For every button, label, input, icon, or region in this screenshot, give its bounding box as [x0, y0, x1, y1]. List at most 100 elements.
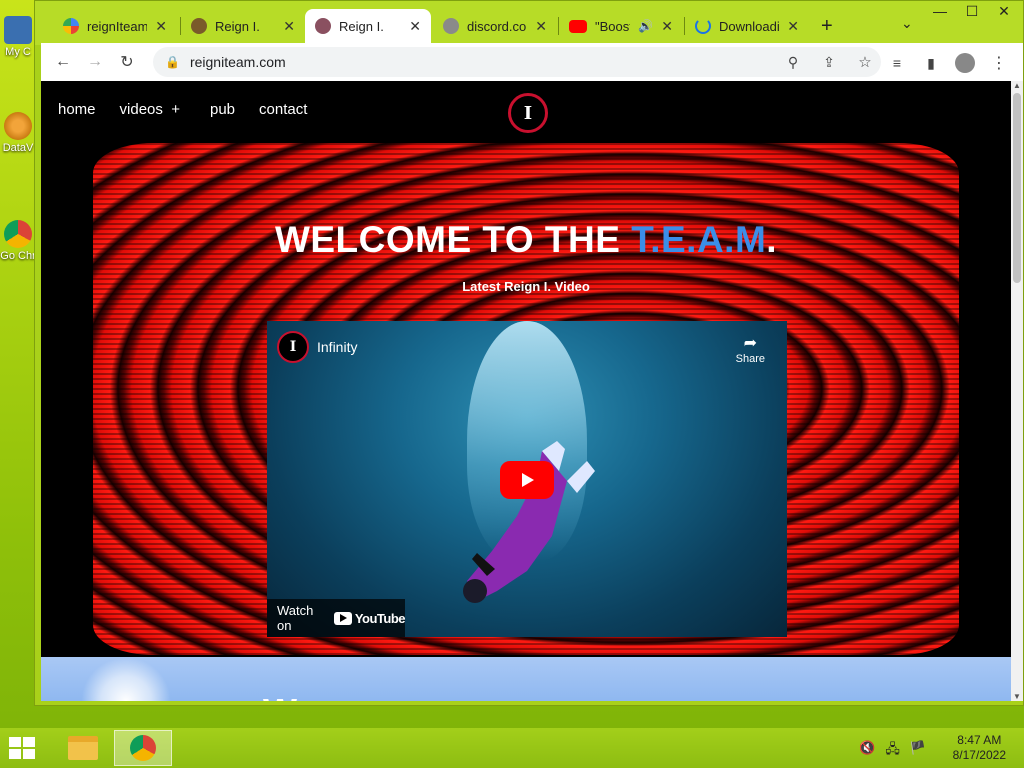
desktop-icon-google-chrome[interactable]: Go Chr [0, 220, 36, 262]
computer-icon [4, 16, 32, 44]
loading-icon [695, 18, 711, 34]
plus-icon: + [171, 101, 180, 118]
share-arrow-icon: ➦ [743, 335, 758, 352]
scrollbar-thumb[interactable] [1013, 93, 1021, 283]
browser-window: reignIteam.c ✕ Reign I. ✕ Reign I. ✕ dis… [34, 0, 1024, 706]
tab-label: reignIteam.c [87, 18, 148, 34]
volume-muted-icon[interactable]: 🔇 [859, 740, 875, 762]
taskbar-file-explorer[interactable] [54, 730, 112, 766]
close-icon[interactable]: ✕ [155, 18, 167, 35]
close-icon[interactable]: ✕ [535, 18, 547, 35]
nav-videos[interactable]: videos + [120, 101, 180, 118]
scroll-up-arrow[interactable]: ▲ [1011, 81, 1023, 90]
site-logo[interactable]: I [508, 93, 548, 133]
next-section: W [41, 657, 1011, 701]
desktop-icon-dataviz[interactable]: DataV [0, 112, 36, 154]
tab-reign-i-1[interactable]: Reign I. ✕ [181, 9, 305, 43]
bookmark-star-icon[interactable]: ☆ [849, 46, 881, 78]
share-icon[interactable]: ⇪ [813, 46, 845, 78]
maximize-button[interactable]: ☐ [957, 3, 987, 20]
close-icon[interactable]: ✕ [787, 18, 799, 35]
video-channel-avatar[interactable]: I [277, 331, 309, 363]
google-icon [63, 18, 79, 34]
zoom-icon[interactable]: ⚲ [777, 46, 809, 78]
tab-label: "Boost [595, 18, 631, 34]
watch-on-youtube-link[interactable]: Watch on YouTube [267, 599, 406, 637]
menu-kebab-icon[interactable]: ⋮ [983, 47, 1015, 79]
desktop-icon-my-computer[interactable]: My C [0, 16, 36, 58]
close-icon[interactable]: ✕ [661, 18, 673, 35]
reload-button[interactable]: ↻ [111, 46, 143, 78]
desktop-icon-label: Go Chr [0, 250, 36, 262]
windows-start-icon[interactable] [8, 736, 36, 760]
next-section-title: W [263, 691, 297, 701]
youtube-embed[interactable]: I Infinity ➦ Share Watch on YouTube [267, 321, 787, 637]
cloud-graphic [81, 657, 171, 701]
taskbar-chrome[interactable] [114, 730, 172, 766]
channel-logo-letter: I [289, 339, 297, 355]
back-button[interactable]: ← [47, 46, 79, 78]
youtube-icon [569, 19, 587, 33]
nav-home[interactable]: home [58, 101, 96, 118]
desktop-icon-label: DataV [2, 142, 34, 154]
tab-discord[interactable]: discord.com ✕ [433, 9, 557, 43]
tab-reignteam-google[interactable]: reignIteam.c ✕ [53, 9, 177, 43]
folder-icon [68, 736, 98, 760]
media-control-icon[interactable]: ≡ [881, 47, 913, 79]
nav-pub[interactable]: pub [210, 101, 235, 118]
taskbar: 🔇 🖧 🏴 8:47 AM 8/17/2022 [0, 728, 1024, 768]
taskbar-clock[interactable]: 8:47 AM 8/17/2022 [953, 733, 1006, 763]
desktop-icon-label: My C [5, 46, 31, 58]
tab-label: Reign I. [339, 18, 384, 34]
reign-icon [315, 18, 331, 34]
tab-search-button[interactable]: ⌄ [901, 15, 913, 32]
profile-avatar[interactable] [949, 47, 981, 79]
speaker-icon[interactable]: 🔊 [638, 19, 653, 33]
youtube-wordmark: YouTube [354, 610, 406, 626]
tab-strip: reignIteam.c ✕ Reign I. ✕ Reign I. ✕ dis… [35, 1, 1023, 45]
chrome-icon [130, 735, 156, 761]
side-panel-icon[interactable]: ▮ [915, 47, 947, 79]
tab-label: Reign I. [215, 18, 260, 34]
new-tab-button[interactable]: + [821, 15, 833, 38]
hero-title-prefix: WELCOME TO THE [274, 219, 632, 260]
hero-title: WELCOME TO THE T.E.A.M. [93, 219, 959, 261]
reign-icon [191, 18, 207, 34]
scroll-down-arrow[interactable]: ▼ [1011, 692, 1023, 701]
nav-contact[interactable]: contact [259, 101, 307, 118]
tab-label: Downloadin [719, 18, 780, 34]
tab-downloading[interactable]: Downloadin ✕ [685, 9, 809, 43]
action-center-icon[interactable]: 🏴 [910, 740, 926, 762]
nav-videos-label: videos [119, 101, 163, 118]
site-nav: home videos + pub contact [58, 101, 307, 118]
forward-button[interactable]: → [79, 46, 111, 78]
tab-boost-youtube[interactable]: "Boost 🔊 ✕ [559, 9, 683, 43]
logo-letter: I [523, 102, 533, 124]
video-play-button[interactable] [500, 461, 554, 499]
clock-date: 8/17/2022 [952, 748, 1006, 762]
globe-icon [443, 18, 459, 34]
youtube-logo: YouTube [333, 610, 406, 626]
web-page: home videos + pub contact I WELCOME TO T… [41, 81, 1011, 701]
tab-reign-i-active[interactable]: Reign I. ✕ [305, 9, 431, 43]
video-share-button[interactable]: ➦ Share [736, 333, 765, 365]
network-icon[interactable]: 🖧 [885, 740, 900, 762]
hero-title-suffix: . [766, 219, 778, 260]
clock-time: 8:47 AM [957, 733, 1002, 747]
tab-label: discord.com [467, 18, 527, 34]
play-icon [522, 473, 534, 487]
system-tray: 🔇 🖧 🏴 [859, 740, 926, 762]
page-scrollbar[interactable]: ▲ ▼ [1011, 81, 1023, 701]
atom-icon [4, 112, 32, 140]
window-close-button[interactable]: ✕ [989, 3, 1019, 20]
hero-banner: WELCOME TO THE T.E.A.M. Latest Reign I. … [93, 143, 959, 655]
close-icon[interactable]: ✕ [409, 18, 421, 35]
address-bar[interactable]: 🔒 reigniteam.com ⚲ ⇪ ☆ [153, 47, 881, 77]
youtube-play-badge-icon [333, 611, 352, 625]
video-title[interactable]: Infinity [317, 339, 357, 355]
lock-icon[interactable]: 🔒 [165, 55, 180, 69]
minimize-button[interactable]: — [925, 3, 955, 19]
url-text: reigniteam.com [189, 54, 286, 70]
close-icon[interactable]: ✕ [283, 18, 295, 35]
hero-subtitle: Latest Reign I. Video [462, 279, 590, 294]
